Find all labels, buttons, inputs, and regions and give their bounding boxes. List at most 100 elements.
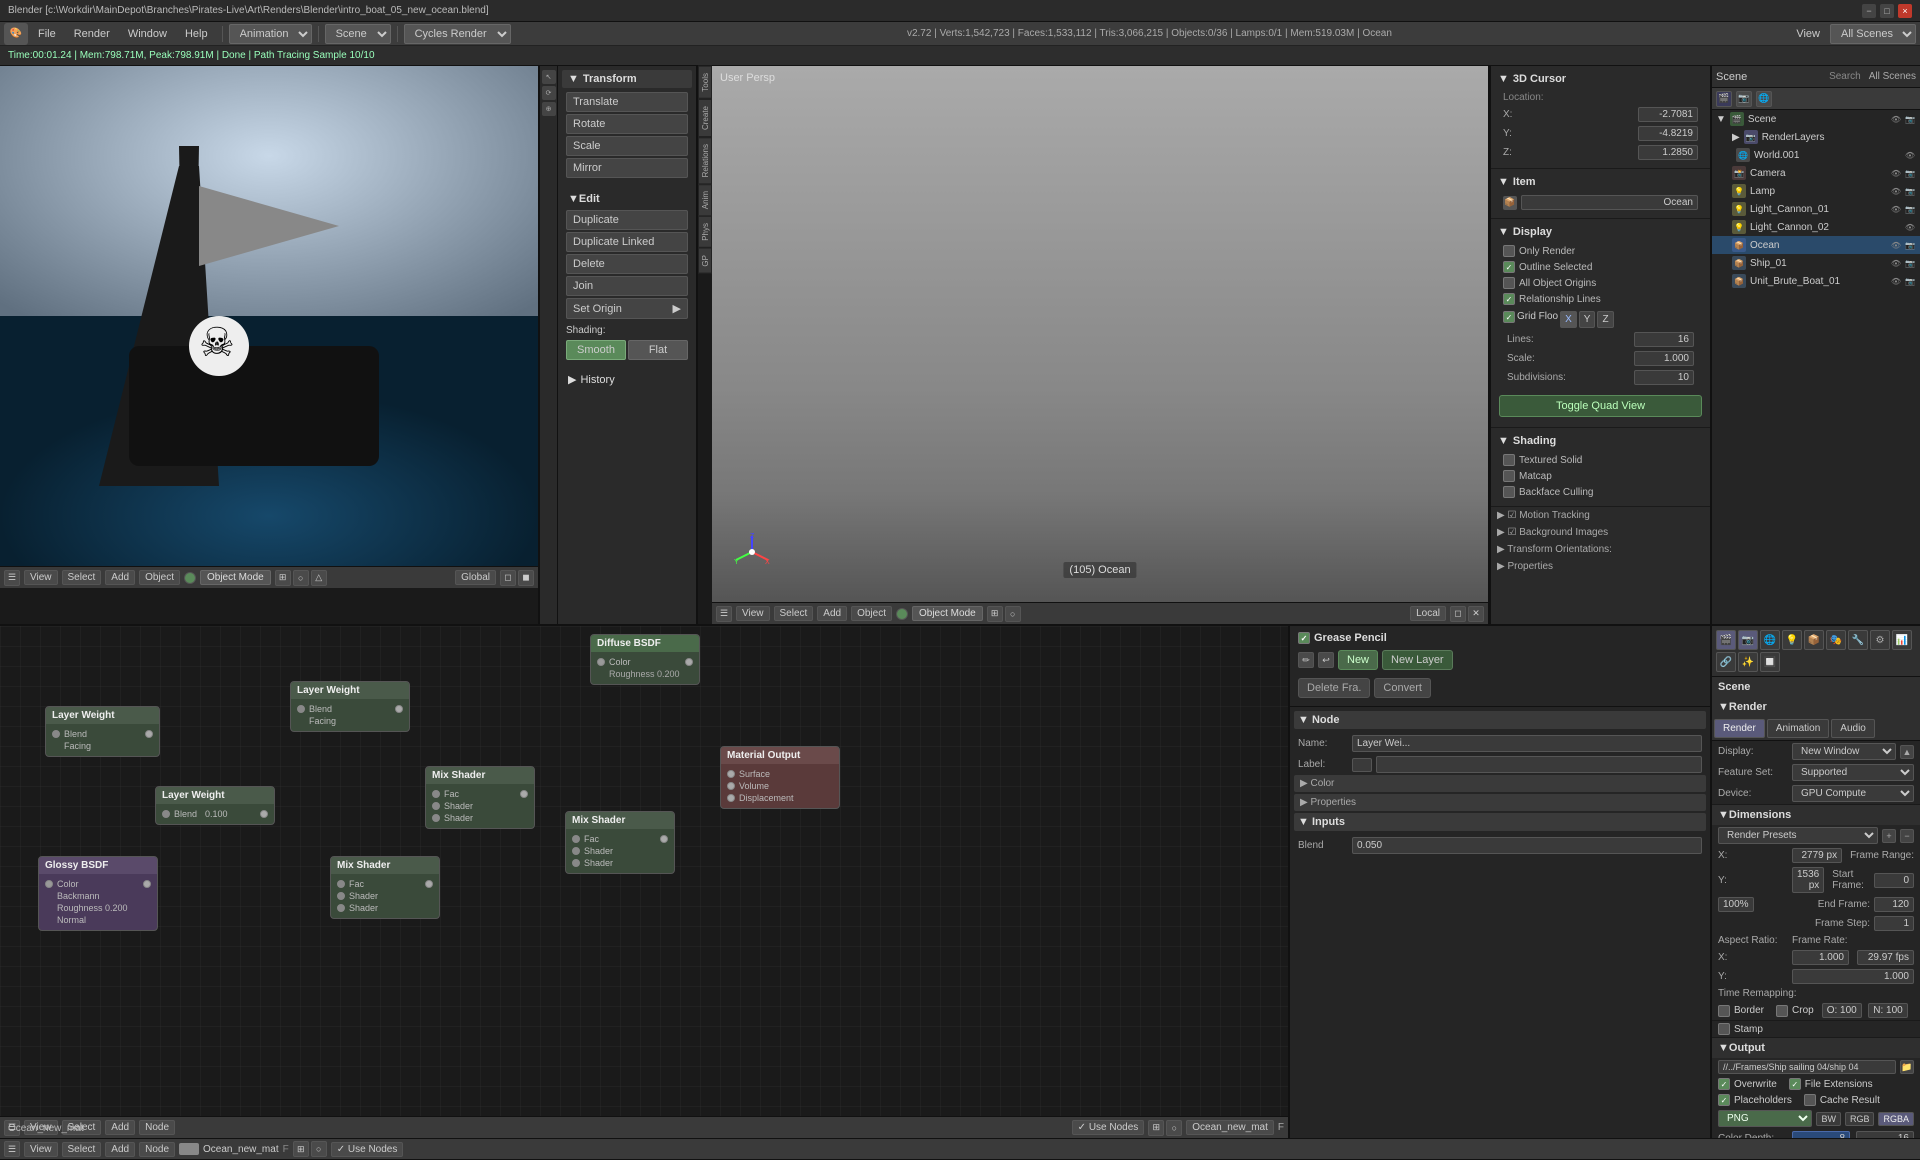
window-menu[interactable]: Window: [120, 26, 175, 42]
ol-scene[interactable]: ▼ 🎬 Scene 👁 📷: [1712, 110, 1920, 128]
display-select[interactable]: New Window: [1792, 743, 1896, 760]
n-val[interactable]: N: 100: [1868, 1003, 1908, 1018]
transform-header[interactable]: ▼ Transform: [562, 70, 692, 88]
ocean-vis-icon[interactable]: 👁: [1890, 239, 1902, 251]
start-frame-val[interactable]: 0: [1874, 873, 1914, 888]
bottom-icon-3[interactable]: ○: [311, 1141, 327, 1157]
engine-select[interactable]: Cycles Render: [404, 24, 511, 44]
join-btn[interactable]: Join: [566, 276, 688, 296]
rp-render-layers-icon[interactable]: 📷: [1738, 630, 1758, 650]
cannon1-vis-icon[interactable]: 👁: [1890, 203, 1902, 215]
render-menu[interactable]: Render: [66, 26, 118, 42]
cache-cb[interactable]: [1804, 1094, 1816, 1106]
use-nodes-bottom-btn[interactable]: ✓ Use Nodes: [331, 1142, 404, 1157]
presets-del-arrow[interactable]: −: [1900, 829, 1914, 843]
blend-input[interactable]: [1352, 837, 1702, 854]
cursor-header[interactable]: ▼ 3D Cursor: [1495, 70, 1706, 88]
ol-cannon2[interactable]: 💡 Light_Cannon_02 👁: [1712, 218, 1920, 236]
3d-menu-icon[interactable]: ☰: [716, 606, 732, 622]
rp-scene-icon[interactable]: 🎬: [1716, 630, 1736, 650]
rp-dimensions-header[interactable]: ▼ Dimensions: [1712, 805, 1920, 825]
file-menu[interactable]: File: [30, 26, 64, 42]
object-btn[interactable]: Object: [139, 570, 180, 585]
cannon2-vis-icon[interactable]: 👁: [1904, 221, 1916, 233]
ol-lamp[interactable]: 💡 Lamp 👁 📷: [1712, 182, 1920, 200]
close-icon[interactable]: ✕: [1468, 606, 1484, 622]
rp-object-icon[interactable]: 💡: [1782, 630, 1802, 650]
all-scenes-label[interactable]: All Scenes: [1869, 71, 1916, 82]
outliner-search[interactable]: Search: [1829, 71, 1861, 82]
outline-selected-cb[interactable]: [1503, 261, 1515, 273]
camera-render-icon[interactable]: 📷: [1904, 167, 1916, 179]
rp-mat-icon[interactable]: 🎭: [1826, 630, 1846, 650]
unit-vis-icon[interactable]: 👁: [1890, 275, 1902, 287]
frame-step-val[interactable]: 1: [1874, 916, 1914, 931]
bottom-view-btn[interactable]: View: [24, 1142, 58, 1157]
gp-enabled-cb[interactable]: [1298, 632, 1310, 644]
vp-icon-5[interactable]: ◼: [518, 570, 534, 586]
3d-add-btn[interactable]: Add: [817, 606, 847, 621]
gp-convert-btn[interactable]: Convert: [1374, 678, 1431, 698]
z-axis-btn[interactable]: Z: [1597, 311, 1613, 328]
outliner-icon-2[interactable]: 📷: [1736, 91, 1752, 107]
unit-render-icon[interactable]: 📷: [1904, 275, 1916, 287]
view-menu[interactable]: View: [1788, 26, 1828, 42]
device-select[interactable]: GPU Compute: [1792, 785, 1914, 802]
3d-local-btn[interactable]: Local: [1410, 606, 1446, 621]
x-axis-btn[interactable]: X: [1560, 311, 1577, 328]
outliner-icon-3[interactable]: 🌐: [1756, 91, 1772, 107]
close-button[interactable]: ×: [1898, 4, 1912, 18]
edit-header[interactable]: ▼ Edit: [562, 190, 692, 208]
maximize-button[interactable]: □: [1880, 4, 1894, 18]
aspect-x-val[interactable]: 1.000: [1792, 950, 1849, 965]
bottom-add-btn[interactable]: Add: [105, 1142, 135, 1157]
rp-constraint-icon[interactable]: 🔗: [1716, 652, 1736, 672]
file-ext-cb[interactable]: [1789, 1078, 1801, 1090]
create-tab[interactable]: Create: [698, 99, 712, 137]
np-label-input[interactable]: [1376, 756, 1702, 773]
vp-menu-icon[interactable]: ☰: [4, 570, 20, 586]
rgb-btn[interactable]: RGB: [1845, 1112, 1875, 1126]
transform-orient-toggle[interactable]: ▶ Transform Orientations:: [1491, 541, 1710, 558]
shading-header[interactable]: ▼ Shading: [1495, 432, 1706, 450]
mode-select[interactable]: Object Mode: [200, 570, 271, 585]
cannon1-render-icon[interactable]: 📷: [1904, 203, 1916, 215]
output-browse-btn[interactable]: 📁: [1900, 1060, 1914, 1074]
scale-val[interactable]: 1.000: [1634, 351, 1694, 366]
ol-ocean[interactable]: 📦 Ocean 👁 📷: [1712, 236, 1920, 254]
tool-1[interactable]: ↖: [542, 70, 556, 84]
tool-2[interactable]: ⟳: [542, 86, 556, 100]
np-name-input[interactable]: [1352, 735, 1702, 752]
vp-icon-3[interactable]: △: [311, 570, 327, 586]
add-btn[interactable]: Add: [105, 570, 135, 585]
bg-images-toggle[interactable]: ▶ ☑ Background Images: [1491, 524, 1710, 541]
res-pct[interactable]: 100%: [1718, 897, 1754, 912]
lines-val[interactable]: 16: [1634, 332, 1694, 347]
rp-animation-tab[interactable]: Animation: [1767, 719, 1829, 738]
tools-tab[interactable]: Tools: [698, 66, 712, 99]
ol-cannon1[interactable]: 💡 Light_Cannon_01 👁 📷: [1712, 200, 1920, 218]
rp-output-header[interactable]: ▼ Output: [1712, 1038, 1920, 1058]
node-mat-name[interactable]: Ocean_new_mat: [1186, 1120, 1274, 1135]
ocean-render-icon[interactable]: 📷: [1904, 239, 1916, 251]
placeholders-cb[interactable]: [1718, 1094, 1730, 1106]
delete-btn[interactable]: Delete: [566, 254, 688, 274]
camera-vis-icon[interactable]: 👁: [1890, 167, 1902, 179]
gp-icon-1[interactable]: ✏: [1298, 652, 1314, 668]
feature-set-select[interactable]: Supported: [1792, 764, 1914, 781]
color-section[interactable]: ▶ Color: [1294, 775, 1706, 792]
rp-part-icon[interactable]: ⚙: [1870, 630, 1890, 650]
cursor-z-val[interactable]: 1.2850: [1638, 145, 1698, 160]
rgba-btn[interactable]: RGBA: [1878, 1112, 1914, 1126]
tool-3[interactable]: ⊕: [542, 102, 556, 116]
rp-render-header[interactable]: ▼ Render: [1712, 697, 1920, 717]
color-depth-8[interactable]: 8: [1792, 1131, 1850, 1138]
gp-icon-2[interactable]: ↩: [1318, 652, 1334, 668]
color-depth-16[interactable]: 16: [1856, 1131, 1914, 1138]
rp-audio-tab[interactable]: Audio: [1831, 719, 1875, 738]
help-menu[interactable]: Help: [177, 26, 216, 42]
bottom-icon-2[interactable]: ⊞: [293, 1141, 309, 1157]
ol-ship[interactable]: 📦 Ship_01 👁 📷: [1712, 254, 1920, 272]
scene-select[interactable]: Scene: [325, 24, 391, 44]
physics-tab[interactable]: Phys: [698, 216, 712, 248]
